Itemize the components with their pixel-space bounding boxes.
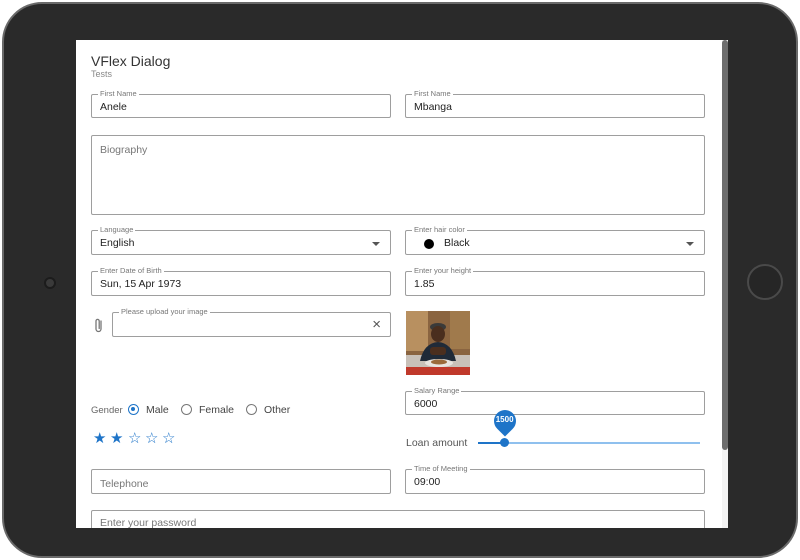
rating-star-5[interactable]: ☆ — [162, 431, 175, 447]
gender-label: Gender — [91, 405, 123, 416]
rating-star-1[interactable]: ★ — [93, 431, 106, 447]
dialog-title: VFlex Dialog — [91, 53, 171, 69]
last-name-label: First Name — [412, 89, 453, 99]
biography-placeholder: Biography — [100, 144, 148, 156]
birth-date-value: Sun, 15 Apr 1973 — [100, 278, 182, 290]
hair-color-label: Enter hair color — [412, 225, 467, 235]
height-value: 1.85 — [414, 278, 435, 290]
gender-option-female[interactable]: Female — [199, 404, 234, 416]
camera-icon — [44, 277, 56, 289]
hair-color-value: Black — [444, 237, 470, 249]
chevron-down-icon[interactable] — [686, 242, 694, 246]
rating-star-3[interactable]: ☆ — [128, 431, 141, 447]
tablet-frame: VFlex Dialog Tests First Name Anele Firs… — [2, 2, 798, 558]
home-button[interactable] — [747, 264, 783, 300]
meeting-time-field[interactable]: Time of Meeting 09:00 — [405, 464, 705, 494]
telephone-field[interactable]: Telephone — [91, 469, 391, 494]
password-placeholder: Enter your password — [100, 517, 197, 528]
dialog-subtitle: Tests — [91, 69, 113, 79]
gender-radio-other[interactable] — [246, 404, 257, 415]
loan-value-label: 1500 — [495, 415, 514, 424]
profile-photo — [406, 311, 470, 375]
paperclip-icon[interactable] — [92, 317, 106, 335]
birth-date-label: Enter Date of Birth — [98, 266, 164, 276]
language-select[interactable]: Language English — [91, 225, 391, 255]
height-field[interactable]: Enter your height 1.85 — [405, 266, 705, 296]
gender-radio-male[interactable] — [128, 404, 139, 415]
dialog: VFlex Dialog Tests First Name Anele Firs… — [76, 40, 728, 528]
salary-range-value: 6000 — [414, 398, 438, 410]
salary-range-field[interactable]: Salary Range 6000 — [405, 386, 705, 415]
loan-amount-label: Loan amount — [406, 437, 468, 449]
password-field[interactable]: Enter your password — [91, 510, 705, 528]
image-upload-field[interactable]: Please upload your image × — [112, 307, 391, 337]
last-name-field[interactable]: First Name Mbanga — [405, 89, 705, 118]
meeting-time-value: 09:00 — [414, 476, 441, 488]
image-upload-label: Please upload your image — [119, 307, 210, 317]
biography-field[interactable]: Biography — [91, 135, 705, 215]
rating-star-4[interactable]: ☆ — [145, 431, 158, 447]
chevron-down-icon[interactable] — [372, 242, 380, 246]
telephone-placeholder: Telephone — [100, 478, 149, 490]
loan-slider-track[interactable] — [478, 442, 700, 444]
rating-star-2[interactable]: ★ — [110, 431, 123, 447]
gender-option-other[interactable]: Other — [264, 404, 290, 416]
color-swatch-icon — [424, 239, 434, 249]
height-label: Enter your height — [412, 266, 474, 276]
loan-slider-thumb[interactable] — [500, 438, 510, 447]
last-name-value: Mbanga — [414, 101, 452, 113]
hair-color-select[interactable]: Enter hair color Black — [405, 225, 705, 255]
language-value: English — [100, 237, 135, 249]
gender-option-male[interactable]: Male — [146, 404, 169, 416]
close-icon[interactable]: × — [372, 317, 381, 333]
scrollbar-thumb[interactable] — [722, 40, 728, 450]
first-name-value: Anele — [100, 101, 127, 113]
first-name-field[interactable]: First Name Anele — [91, 89, 391, 118]
meeting-time-label: Time of Meeting — [412, 464, 470, 474]
salary-range-label: Salary Range — [412, 386, 462, 396]
first-name-label: First Name — [98, 89, 139, 99]
language-label: Language — [98, 225, 136, 235]
gender-radio-female[interactable] — [181, 404, 192, 415]
birth-date-field[interactable]: Enter Date of Birth Sun, 15 Apr 1973 — [91, 266, 391, 296]
